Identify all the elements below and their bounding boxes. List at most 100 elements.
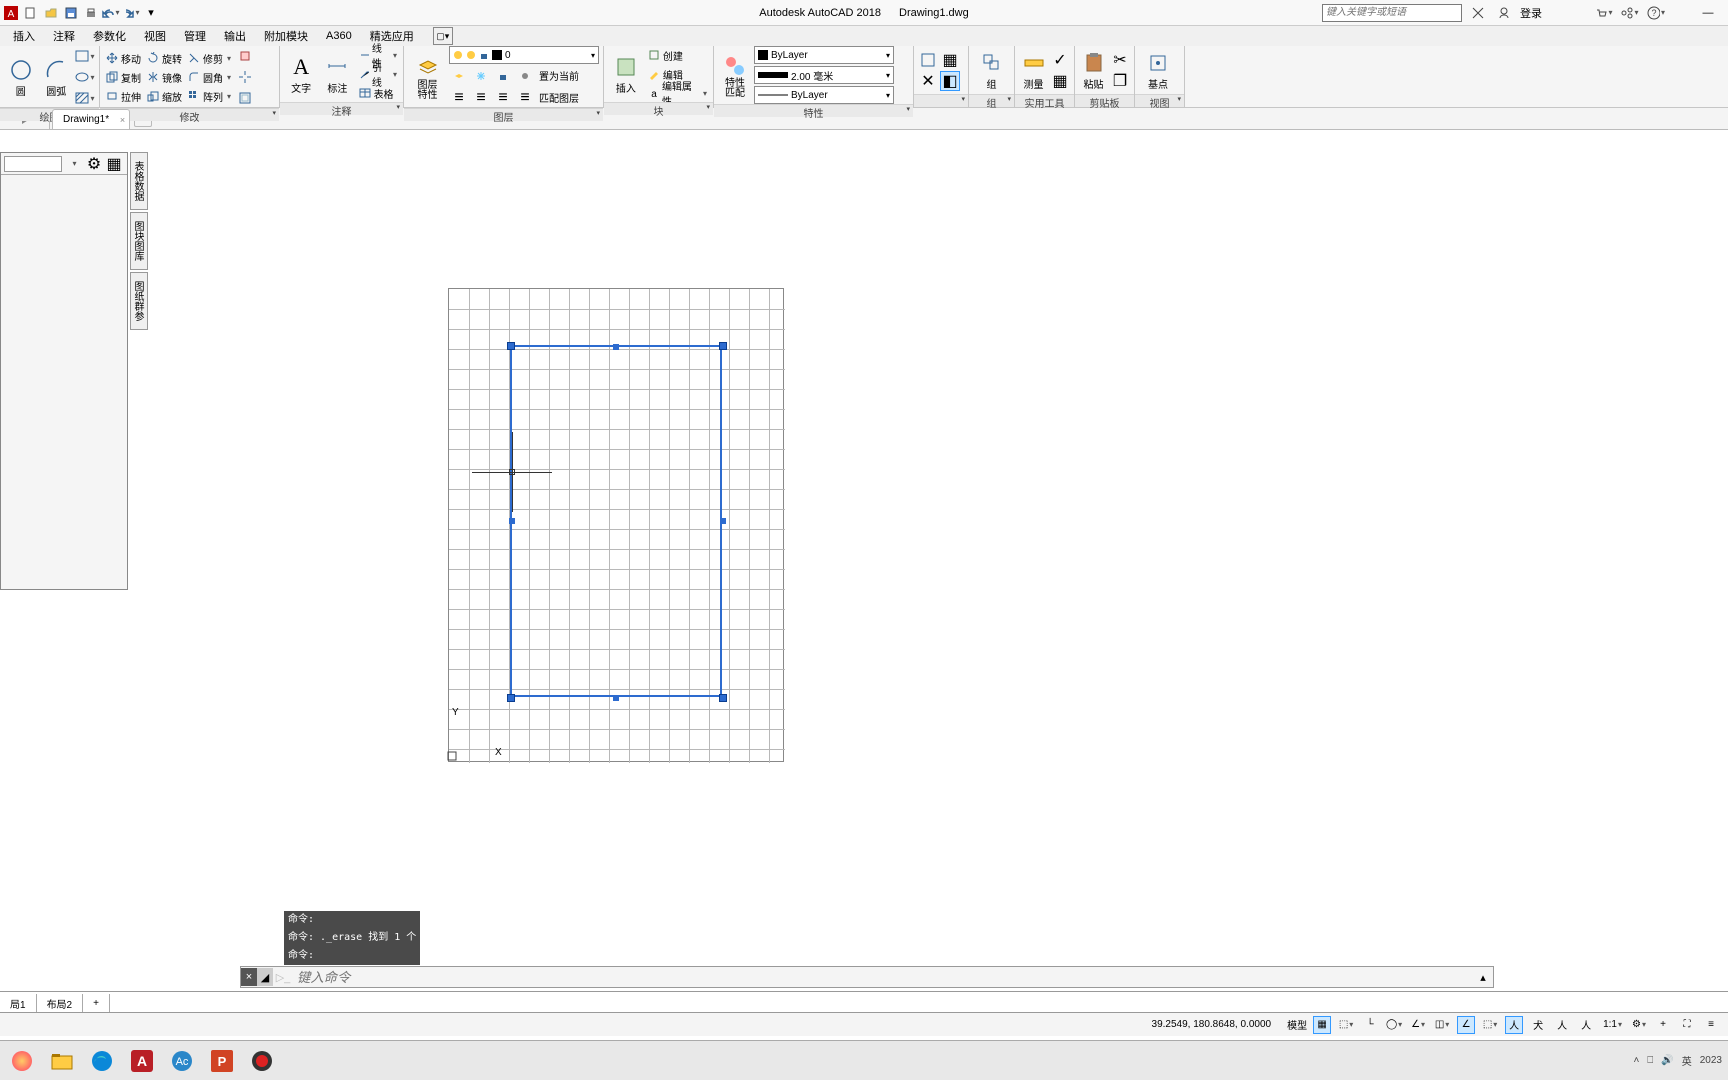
edge-icon[interactable] [86, 1045, 118, 1077]
attr-edit-button[interactable]: a编辑属性 [646, 84, 709, 102]
tab-addins[interactable]: 附加模块 [257, 28, 315, 44]
match-layer-button[interactable]: 匹配图层 [537, 88, 581, 106]
layer-c-icon[interactable]: ≡ [493, 88, 513, 108]
start-icon[interactable] [6, 1045, 38, 1077]
aux-icon[interactable] [918, 50, 938, 70]
menu-icon[interactable]: ≡ [1702, 1016, 1720, 1034]
tab-annotate[interactable]: 注释 [46, 28, 82, 44]
dyn-icon[interactable]: 人 [1505, 1016, 1523, 1034]
layer-properties-button[interactable]: 图层 特性 [408, 54, 447, 101]
panel-dd-icon[interactable] [64, 154, 84, 174]
tray-sound-icon[interactable]: 🔊 [1661, 1055, 1673, 1066]
sidetab-3[interactable]: 图纸群参 [130, 272, 148, 330]
tab-manage[interactable]: 管理 [177, 28, 213, 44]
layer-combo[interactable]: 0 [449, 46, 599, 64]
explorer-icon[interactable] [46, 1045, 78, 1077]
app-icon[interactable]: Ac [166, 1045, 198, 1077]
osnap-icon[interactable]: ◫ [1433, 1016, 1451, 1034]
snap-icon[interactable]: ⬚ [1337, 1016, 1355, 1034]
paste-button[interactable]: 粘贴 [1079, 49, 1108, 91]
search-button-icon[interactable] [1468, 4, 1488, 22]
ribbon-expand-icon[interactable]: ▢▾ [433, 27, 453, 45]
scale-label[interactable]: 1:1 [1601, 1016, 1624, 1034]
copy-clip-icon[interactable]: ❐ [1110, 71, 1130, 91]
iso-icon[interactable]: ∠ [1409, 1016, 1427, 1034]
panel-group-header[interactable]: 组 [969, 94, 1014, 107]
panel-view-header[interactable]: 视图 [1135, 94, 1184, 107]
cart-icon[interactable] [1594, 4, 1614, 22]
mirror-button[interactable]: 镜像 [145, 68, 184, 86]
cmd-close-icon[interactable]: × [241, 968, 257, 986]
offset-icon[interactable] [235, 88, 255, 108]
panel-annotate-header[interactable]: 注释 [280, 102, 403, 115]
cmd-up-icon[interactable]: ▴ [1473, 967, 1493, 987]
stretch-button[interactable]: 拉伸 [104, 87, 143, 105]
print-icon[interactable] [82, 4, 100, 22]
rotate-button[interactable]: 旋转 [145, 49, 184, 67]
grip-bm[interactable] [613, 695, 619, 701]
max-icon[interactable]: ⛶ [1678, 1016, 1696, 1034]
grid-display-icon[interactable]: ▦ [1313, 1016, 1331, 1034]
new-icon[interactable] [22, 4, 40, 22]
qp-icon[interactable]: 犬 [1529, 1016, 1547, 1034]
linetype-combo[interactable]: ByLayer [754, 86, 894, 104]
drawing-area[interactable]: ⚙▦ 表格数据 图块图库 图纸群参 Y X [0, 130, 1728, 900]
insert-block-button[interactable]: 插入 [608, 53, 644, 95]
tab-a360[interactable]: A360 [319, 30, 359, 42]
cut-icon[interactable]: ✂ [1110, 50, 1130, 70]
basepoint-button[interactable]: 基点 [1139, 49, 1177, 91]
layer-d-icon[interactable]: ≡ [515, 88, 535, 108]
panel-props-header[interactable]: 特性 [714, 104, 913, 117]
aux-icon[interactable]: ◧ [940, 71, 960, 91]
tray-date[interactable]: 2023 [1700, 1055, 1722, 1066]
util-icon[interactable]: ✓ [1050, 50, 1070, 70]
sidetab-2[interactable]: 图块图库 [130, 212, 148, 270]
panel-combo[interactable] [4, 156, 62, 172]
search-input[interactable] [1322, 4, 1462, 22]
redo-icon[interactable] [122, 4, 140, 22]
circle-button[interactable]: 圆 [4, 56, 38, 98]
grip-mr[interactable] [720, 518, 726, 524]
minimize-icon[interactable]: — [1698, 4, 1718, 22]
panel-layers-header[interactable]: 图层 [404, 108, 603, 121]
save-icon[interactable] [62, 4, 80, 22]
grip-tr[interactable] [719, 342, 727, 350]
fillet-button[interactable]: 圆角 [186, 68, 233, 86]
move-button[interactable]: 移动 [104, 49, 143, 67]
sc-icon[interactable]: 人 [1553, 1016, 1571, 1034]
grip-tl[interactable] [507, 342, 515, 350]
lw-icon[interactable]: ⬚ [1481, 1016, 1499, 1034]
copy-button[interactable]: 复制 [104, 68, 143, 86]
share-icon[interactable] [1620, 4, 1640, 22]
create-block-button[interactable]: 创建 [646, 46, 709, 64]
aux-icon[interactable]: ✕ [918, 71, 938, 91]
login-label[interactable]: 登录 [1520, 5, 1542, 21]
gear-icon[interactable]: ⚙ [1630, 1016, 1648, 1034]
command-input[interactable] [293, 970, 1473, 985]
ortho-icon[interactable]: └ [1361, 1016, 1379, 1034]
document-tab[interactable]: Drawing1*× [52, 109, 130, 129]
layout-tab-1[interactable]: 局1 [0, 994, 37, 1012]
color-combo[interactable]: ByLayer [754, 46, 894, 64]
app-menu-icon[interactable]: A [2, 4, 20, 22]
panel-util-header[interactable]: 实用工具 [1015, 94, 1074, 107]
ellipse-icon[interactable] [75, 67, 95, 87]
layer-lock-icon[interactable] [493, 66, 513, 86]
table-button[interactable]: 表格 [357, 84, 399, 102]
grip-ml[interactable] [509, 518, 515, 524]
layer-off-icon[interactable] [515, 66, 535, 86]
tray-ime-label[interactable]: 英 [1682, 1053, 1692, 1068]
polar-icon[interactable]: ◯ [1385, 1016, 1403, 1034]
record-icon[interactable] [246, 1045, 278, 1077]
grip-bl[interactable] [507, 694, 515, 702]
tab-output[interactable]: 输出 [217, 28, 253, 44]
panel-opt-icon[interactable]: ▦ [104, 154, 124, 174]
selected-rectangle[interactable] [510, 345, 722, 697]
login-icon[interactable] [1494, 4, 1514, 22]
panel-opt-icon[interactable]: ⚙ [84, 154, 104, 174]
otrack-icon[interactable]: ∠ [1457, 1016, 1475, 1034]
help-icon[interactable]: ? [1646, 4, 1666, 22]
trim-button[interactable]: 修剪 [186, 49, 233, 67]
tp-icon[interactable]: 人 [1577, 1016, 1595, 1034]
leader-button[interactable]: 引线 [357, 65, 399, 83]
